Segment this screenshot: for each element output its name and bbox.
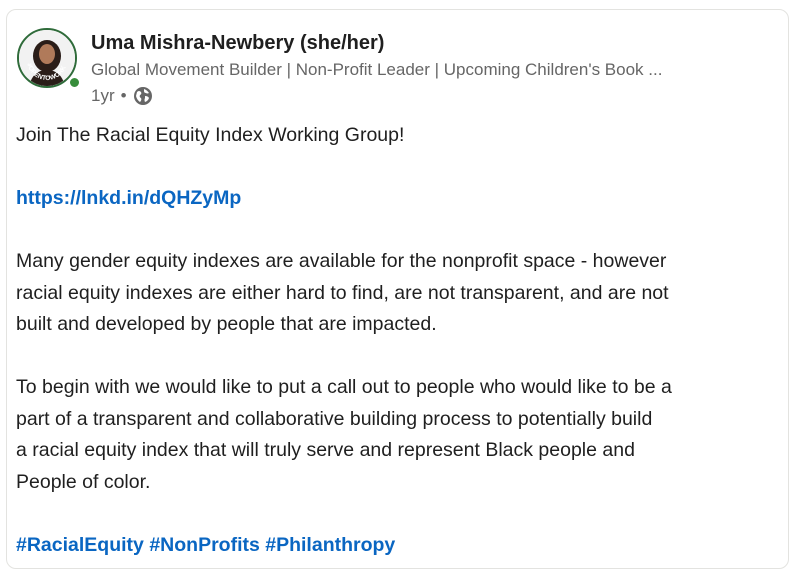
presence-indicator [68,76,81,89]
author-avatar[interactable]: #OPENTOWORK [17,28,81,90]
paragraph-2: To begin with we would like to put a cal… [16,372,786,498]
globe-icon [133,87,152,105]
paragraph-2-line: part of a transparent and collaborative … [16,407,653,430]
paragraph-1: Many gender equity indexes are available… [16,246,786,341]
post-time: 1yr [91,86,115,105]
paragraph-2-line: To begin with we would like to put a cal… [16,376,672,398]
paragraph-1-line: built and developed by people that are i… [16,313,437,335]
paragraph-1-line: Many gender equity indexes are available… [16,250,667,272]
hashtag-link[interactable]: #Philanthropy [265,534,395,556]
paragraph-1-line: racial equity indexes are either hard to… [16,281,669,304]
post-header: #OPENTOWORK Uma Mishra-Newbery (she/her)… [17,28,787,105]
author-headline: Global Movement Builder | Non-Profit Lea… [91,60,663,79]
paragraph-2-line: People of color. [16,470,151,493]
meta-separator: • [120,86,127,105]
hashtag-link[interactable]: #NonProfits [149,534,260,556]
post-meta: 1yr • [91,86,153,106]
hashtag-link[interactable]: #RacialEquity [16,534,144,556]
post-link[interactable]: https://lnkd.in/dQHZyMp [16,187,241,209]
hashtags: #RacialEquity #NonProfits #Philanthropy [16,530,786,562]
paragraph-2-line: a racial equity index that will truly se… [16,439,635,461]
author-name[interactable]: Uma Mishra-Newbery (she/her) [91,32,384,55]
post-body: Join The Racial Equity Index Working Gro… [16,120,786,561]
post-intro: Join The Racial Equity Index Working Gro… [16,124,405,146]
avatar-image: #OPENTOWORK [19,30,75,86]
